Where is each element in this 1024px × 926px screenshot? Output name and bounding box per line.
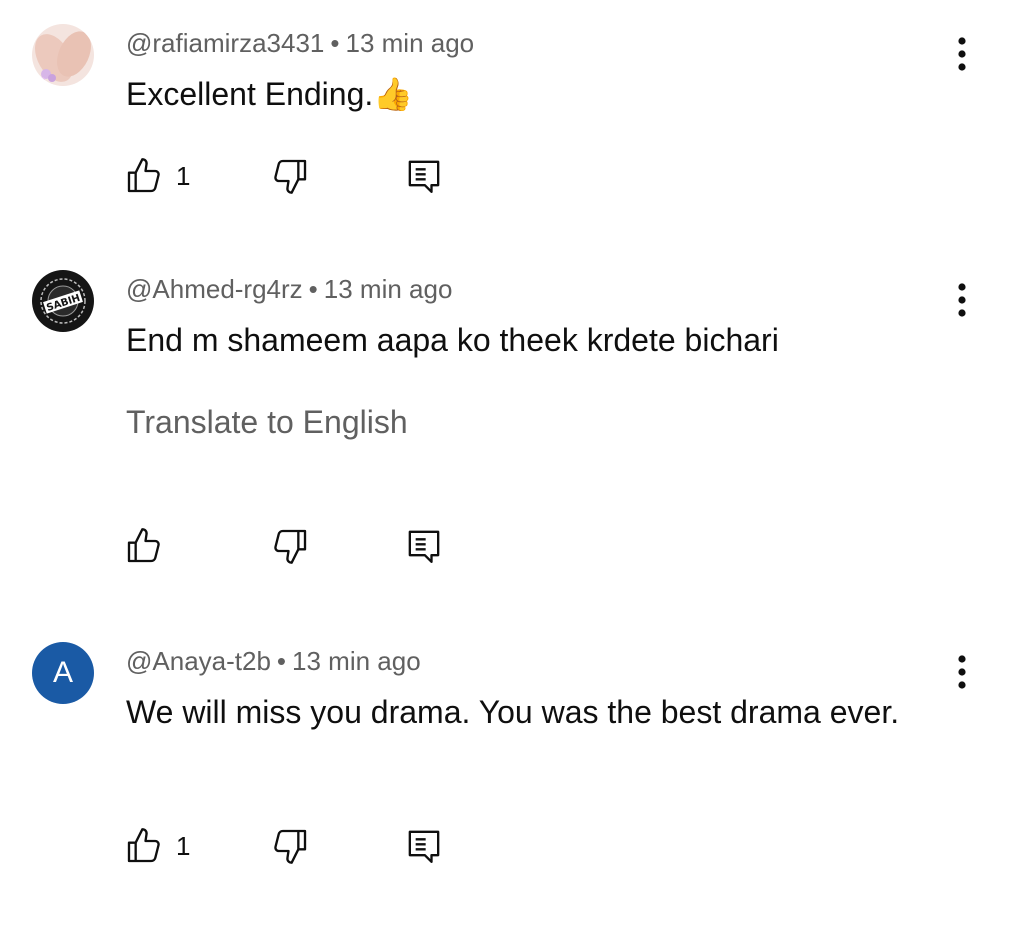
thumbs-up-emoji: 👍 bbox=[373, 76, 414, 112]
thumbs-up-icon bbox=[127, 158, 160, 193]
like-button[interactable]: 1 bbox=[124, 824, 190, 868]
comment-meta: @Anaya-t2b • 13 min ago bbox=[126, 646, 421, 677]
author-name[interactable]: @Anaya-t2b bbox=[126, 646, 271, 676]
more-options-button[interactable] bbox=[944, 650, 980, 694]
timestamp[interactable]: 13 min ago bbox=[324, 274, 453, 304]
more-vert-icon bbox=[958, 37, 966, 71]
sabih-logo-icon: SABIH bbox=[32, 270, 94, 332]
more-options-button[interactable] bbox=[944, 32, 980, 76]
reply-button[interactable] bbox=[404, 824, 444, 868]
more-vert-icon bbox=[958, 655, 966, 689]
dislike-button[interactable] bbox=[270, 154, 310, 198]
avatar[interactable] bbox=[32, 24, 94, 86]
timestamp[interactable]: 13 min ago bbox=[292, 646, 421, 676]
reply-comment-icon bbox=[408, 160, 440, 193]
separator-dot: • bbox=[330, 28, 340, 58]
author-name[interactable]: @Ahmed-rg4rz bbox=[126, 274, 303, 304]
like-count: 1 bbox=[176, 160, 191, 191]
separator-dot: • bbox=[308, 274, 318, 304]
comment-meta: @rafiamirza3431 • 13 min ago bbox=[126, 28, 474, 59]
comment-text: We will miss you drama. You was the best… bbox=[126, 694, 900, 730]
separator-dot: • bbox=[276, 646, 287, 676]
thumbs-down-icon bbox=[274, 529, 307, 564]
dislike-button[interactable] bbox=[270, 824, 310, 868]
comment-text: End m shameem aapa ko theek krdete bicha… bbox=[126, 322, 779, 358]
avatar[interactable]: A bbox=[32, 642, 94, 704]
comment-text: Excellent Ending.👍 bbox=[126, 70, 926, 118]
reply-comment-icon bbox=[408, 830, 440, 863]
comment-body: Excellent Ending. bbox=[126, 76, 374, 112]
thumbs-up-icon bbox=[127, 828, 160, 863]
reply-button[interactable] bbox=[404, 154, 444, 198]
more-vert-icon bbox=[958, 283, 966, 317]
like-count: 1 bbox=[176, 830, 191, 861]
timestamp[interactable]: 13 min ago bbox=[345, 28, 474, 58]
avatar[interactable]: SABIH bbox=[32, 270, 94, 332]
author-name[interactable]: @rafiamirza3431 bbox=[126, 28, 324, 58]
reply-button[interactable] bbox=[404, 524, 444, 568]
dislike-button[interactable] bbox=[270, 524, 310, 568]
translate-link[interactable]: Translate to English bbox=[126, 404, 408, 441]
thumbs-down-icon bbox=[274, 159, 307, 194]
thumbs-down-icon bbox=[274, 829, 307, 864]
more-options-button[interactable] bbox=[944, 278, 980, 322]
like-button[interactable] bbox=[124, 524, 164, 568]
like-button[interactable]: 1 bbox=[124, 154, 190, 198]
comment-meta: @Ahmed-rg4rz • 13 min ago bbox=[126, 274, 452, 305]
thumbs-up-icon bbox=[127, 528, 160, 563]
reply-comment-icon bbox=[408, 530, 440, 563]
avatar-photo bbox=[32, 24, 94, 86]
